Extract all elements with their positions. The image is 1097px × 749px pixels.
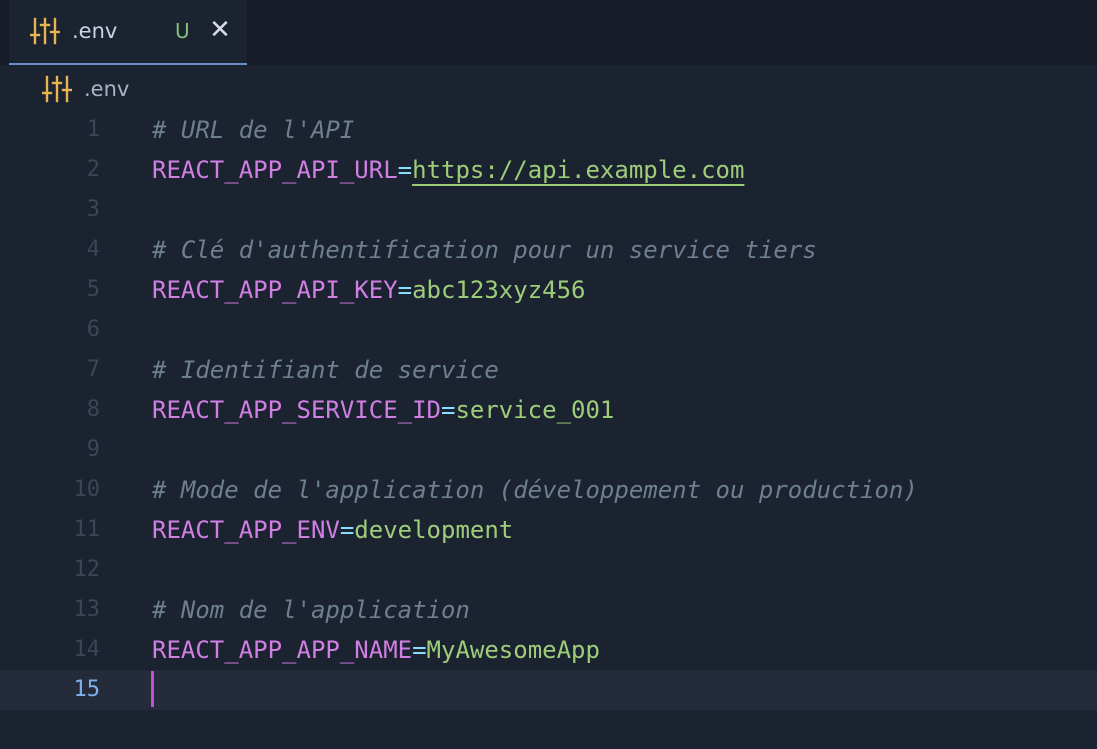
tab-env-file[interactable]: .env U ✕ <box>9 0 247 65</box>
code-line[interactable]: 14 REACT_APP_APP_NAME=MyAwesomeApp <box>0 630 1097 670</box>
code-line[interactable]: 7 # Identifiant de service <box>0 350 1097 390</box>
line-number: 4 <box>86 237 100 262</box>
equals-token: = <box>397 156 413 184</box>
editor-window: .env U ✕ .env 1 # URL de l'API 2 REACT_APP_… <box>0 0 1097 749</box>
line-number: 9 <box>86 437 100 462</box>
code-line[interactable]: 5 REACT_APP_API_KEY=abc123xyz456 <box>0 270 1097 310</box>
code-content[interactable]: REACT_APP_ENV=development <box>152 510 513 550</box>
code-content[interactable]: # Identifiant de service <box>152 350 499 390</box>
code-line[interactable]: 6 <box>0 310 1097 350</box>
code-content[interactable]: # Clé d'authentification pour un service… <box>152 230 817 270</box>
comment-token: # Mode de l'application (développement o… <box>152 476 918 504</box>
code-content[interactable]: REACT_APP_API_KEY=abc123xyz456 <box>152 270 585 310</box>
close-icon[interactable]: ✕ <box>207 16 233 44</box>
env-key-token: REACT_APP_API_URL <box>152 156 398 184</box>
breadcrumb-file-label[interactable]: .env <box>84 75 129 103</box>
equals-token: = <box>440 396 456 424</box>
settings-sliders-icon <box>41 75 73 103</box>
code-line[interactable]: 9 <box>0 430 1097 470</box>
equals-token: = <box>412 636 427 664</box>
code-line[interactable]: 15 <box>0 670 1097 710</box>
env-value-token: service_001 <box>455 396 615 424</box>
line-number: 2 <box>86 157 100 182</box>
env-value-token: abc123xyz456 <box>412 276 586 304</box>
equals-token: = <box>339 516 355 544</box>
line-number: 13 <box>73 597 101 622</box>
equals-token: = <box>397 276 413 304</box>
url-link-token[interactable]: https://api.example.com <box>412 156 744 184</box>
code-content[interactable]: REACT_APP_APP_NAME=MyAwesomeApp <box>152 630 600 670</box>
code-editor[interactable]: 1 # URL de l'API 2 REACT_APP_API_URL=https:… <box>0 110 1097 749</box>
line-number: 10 <box>73 477 101 502</box>
code-line[interactable]: 10 # Mode de l'application (développement… <box>0 470 1097 510</box>
code-line[interactable]: 8 REACT_APP_SERVICE_ID=service_001 <box>0 390 1097 430</box>
code-line[interactable]: 4 # Clé d'authentification pour un servic… <box>0 230 1097 270</box>
comment-token: # URL de l'API <box>152 116 355 144</box>
line-number: 5 <box>86 277 100 302</box>
line-number: 11 <box>73 517 101 542</box>
line-number: 14 <box>73 637 101 662</box>
code-line[interactable]: 3 <box>0 190 1097 230</box>
breadcrumb: .env <box>0 70 1097 108</box>
comment-token: # Nom de l'application <box>152 596 470 624</box>
untracked-status-badge: U <box>175 19 190 43</box>
line-number: 1 <box>86 117 100 142</box>
env-key-token: REACT_APP_SERVICE_ID <box>152 396 441 424</box>
tab-title: .env <box>72 19 118 43</box>
env-key-token: REACT_APP_APP_NAME <box>152 636 413 664</box>
code-line[interactable]: 12 <box>0 550 1097 590</box>
code-line[interactable]: 13 # Nom de l'application <box>0 590 1097 630</box>
tab-bar: .env U ✕ <box>0 0 1097 65</box>
code-content[interactable]: # Mode de l'application (développement o… <box>152 470 918 510</box>
text-cursor <box>151 671 154 707</box>
line-number: 15 <box>73 677 101 702</box>
code-content[interactable]: # URL de l'API <box>152 110 354 150</box>
code-content[interactable]: REACT_APP_SERVICE_ID=service_001 <box>152 390 614 430</box>
code-line[interactable]: 11 REACT_APP_ENV=development <box>0 510 1097 550</box>
line-number: 8 <box>86 397 100 422</box>
line-number: 12 <box>73 557 101 582</box>
line-number: 7 <box>86 357 100 382</box>
line-number: 6 <box>86 317 100 342</box>
line-number: 3 <box>86 197 100 222</box>
code-line[interactable]: 1 # URL de l'API <box>0 110 1097 150</box>
env-key-token: REACT_APP_API_KEY <box>152 276 398 304</box>
env-value-token: development <box>354 516 514 544</box>
env-value-token: MyAwesomeApp <box>426 636 600 664</box>
code-line[interactable]: 2 REACT_APP_API_URL=https://api.example.c… <box>0 150 1097 190</box>
code-content[interactable]: # Nom de l'application <box>152 590 470 630</box>
code-content[interactable]: REACT_APP_API_URL=https://api.example.co… <box>152 150 744 190</box>
env-key-token: REACT_APP_ENV <box>152 516 340 544</box>
comment-token: # Clé d'authentification pour un service… <box>152 236 817 264</box>
comment-token: # Identifiant de service <box>152 356 499 384</box>
settings-sliders-icon <box>29 17 61 45</box>
